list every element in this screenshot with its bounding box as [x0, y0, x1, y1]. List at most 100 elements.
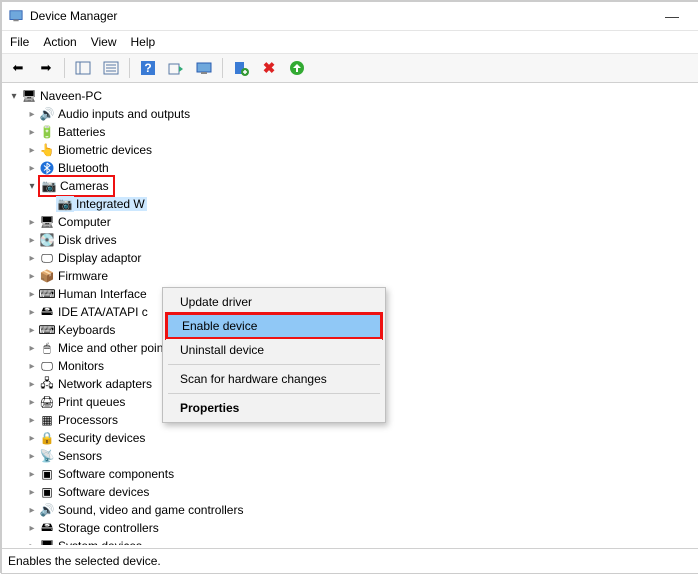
mouse-icon: 🖱 — [38, 340, 56, 356]
expand-icon[interactable] — [26, 253, 38, 264]
ide-icon: 🖴 — [38, 304, 56, 320]
forward-button[interactable]: ➡ — [34, 56, 58, 80]
audio-icon: 🔊 — [38, 106, 56, 122]
tree-node-cameras[interactable]: 📷 Cameras — [8, 177, 698, 195]
ctx-update-driver[interactable]: Update driver — [166, 291, 382, 313]
bluetooth-icon — [38, 160, 56, 176]
expand-icon[interactable] — [26, 289, 38, 300]
tree-node-sensors[interactable]: 📡 Sensors — [8, 447, 698, 465]
ctx-separator — [168, 364, 380, 365]
sensor-icon: 📡 — [38, 448, 56, 464]
ctx-scan-hardware[interactable]: Scan for hardware changes — [166, 368, 382, 390]
tree-node-audio[interactable]: 🔊 Audio inputs and outputs — [8, 105, 698, 123]
statusbar: Enables the selected device. — [2, 548, 698, 573]
tree-node-computer[interactable]: 🖥 Computer — [8, 213, 698, 231]
device-tree[interactable]: 🖥 Naveen-PC 🔊 Audio inputs and outputs 🔋… — [2, 83, 698, 545]
toolbar-separator — [129, 58, 130, 78]
expand-icon[interactable] — [26, 163, 38, 174]
back-icon: ⬅ — [13, 60, 24, 76]
tree-node-storage[interactable]: 🖴 Storage controllers — [8, 519, 698, 537]
properties-button[interactable] — [99, 56, 123, 80]
expand-icon[interactable] — [26, 181, 38, 192]
tree-node-firmware[interactable]: 📦 Firmware — [8, 267, 698, 285]
firmware-icon: 📦 — [38, 268, 56, 284]
ctx-uninstall-device[interactable]: Uninstall device — [166, 339, 382, 361]
storage-icon: 🖴 — [38, 520, 56, 536]
tree-node-display[interactable]: 🖵 Display adaptor — [8, 249, 698, 267]
menu-view[interactable]: View — [91, 35, 117, 49]
tree-node-sound[interactable]: 🔊 Sound, video and game controllers — [8, 501, 698, 519]
tree-node-system[interactable]: 🖥 System devices — [8, 537, 698, 545]
computer-icon: 🖥 — [38, 214, 56, 230]
highlight-box: 📷 Cameras — [38, 175, 115, 197]
menu-help[interactable]: Help — [131, 35, 156, 49]
keyboard-icon: ⌨ — [38, 322, 56, 338]
add-legacy-button[interactable] — [229, 56, 253, 80]
expand-icon[interactable] — [26, 415, 38, 426]
expand-icon[interactable] — [26, 235, 38, 246]
tree-node-security[interactable]: 🔒 Security devices — [8, 429, 698, 447]
software-icon: ▣ — [38, 484, 56, 500]
back-button[interactable]: ⬅ — [6, 56, 30, 80]
ctx-properties[interactable]: Properties — [166, 397, 382, 419]
help-button[interactable]: ? — [136, 56, 160, 80]
expand-icon[interactable] — [26, 487, 38, 498]
toolbar-separator — [64, 58, 65, 78]
titlebar: Device Manager — — [2, 2, 698, 31]
tree-root[interactable]: 🖥 Naveen-PC — [8, 87, 698, 105]
monitor-icon: 🖵 — [38, 358, 56, 374]
app-icon — [8, 8, 24, 24]
hid-icon: ⌨ — [38, 286, 56, 302]
expand-icon[interactable] — [26, 145, 38, 156]
tree-node-disk[interactable]: 💽 Disk drives — [8, 231, 698, 249]
expand-icon[interactable] — [26, 379, 38, 390]
printer-icon: 🖨 — [38, 394, 56, 410]
expand-icon[interactable] — [26, 541, 38, 546]
cpu-icon: ▦ — [38, 412, 56, 428]
biometric-icon: 👆 — [38, 142, 56, 158]
context-menu: Update driver Enable device Uninstall de… — [162, 287, 386, 423]
menu-action[interactable]: Action — [43, 35, 76, 49]
toolbar-separator — [222, 58, 223, 78]
status-text: Enables the selected device. — [8, 554, 161, 568]
enable-button[interactable] — [285, 56, 309, 80]
expand-icon[interactable] — [26, 127, 38, 138]
expand-icon[interactable] — [26, 523, 38, 534]
tree-node-sw-components[interactable]: ▣ Software components — [8, 465, 698, 483]
svg-text:?: ? — [144, 61, 151, 75]
ctx-enable-device[interactable]: Enable device — [168, 315, 380, 337]
camera-icon: 📷 — [56, 196, 74, 212]
expand-icon[interactable] — [26, 109, 38, 120]
display-icon: 🖵 — [38, 250, 56, 266]
tree-node-batteries[interactable]: 🔋 Batteries — [8, 123, 698, 141]
expand-icon[interactable] — [26, 361, 38, 372]
expand-icon[interactable] — [26, 451, 38, 462]
uninstall-button[interactable]: ✖ — [257, 56, 281, 80]
camera-icon: 📷 — [40, 178, 58, 194]
menubar: File Action View Help — [2, 31, 698, 54]
expand-icon[interactable] — [26, 307, 38, 318]
expand-icon[interactable] — [26, 469, 38, 480]
expand-icon[interactable] — [26, 505, 38, 516]
menu-file[interactable]: File — [10, 35, 29, 49]
tree-node-sw-devices[interactable]: ▣ Software devices — [8, 483, 698, 501]
minimize-button[interactable]: — — [652, 8, 692, 24]
network-icon: 🖧 — [38, 376, 56, 392]
tree-node-integrated-webcam[interactable]: 📷 Integrated W — [8, 195, 698, 213]
disk-icon: 💽 — [38, 232, 56, 248]
toolbar: ⬅ ➡ ? ✖ — [2, 54, 698, 83]
system-icon: 🖥 — [38, 538, 56, 545]
tree-node-biometric[interactable]: 👆 Biometric devices — [8, 141, 698, 159]
show-hide-tree-button[interactable] — [71, 56, 95, 80]
expand-icon[interactable] — [26, 217, 38, 228]
update-driver-button[interactable] — [164, 56, 188, 80]
forward-icon: ➡ — [41, 60, 52, 76]
expand-icon[interactable] — [26, 343, 38, 354]
expand-icon[interactable] — [26, 325, 38, 336]
scan-button[interactable] — [192, 56, 216, 80]
expand-icon[interactable] — [26, 397, 38, 408]
expand-icon[interactable] — [26, 433, 38, 444]
expand-icon[interactable] — [8, 91, 20, 102]
expand-icon[interactable] — [26, 271, 38, 282]
battery-icon: 🔋 — [38, 124, 56, 140]
